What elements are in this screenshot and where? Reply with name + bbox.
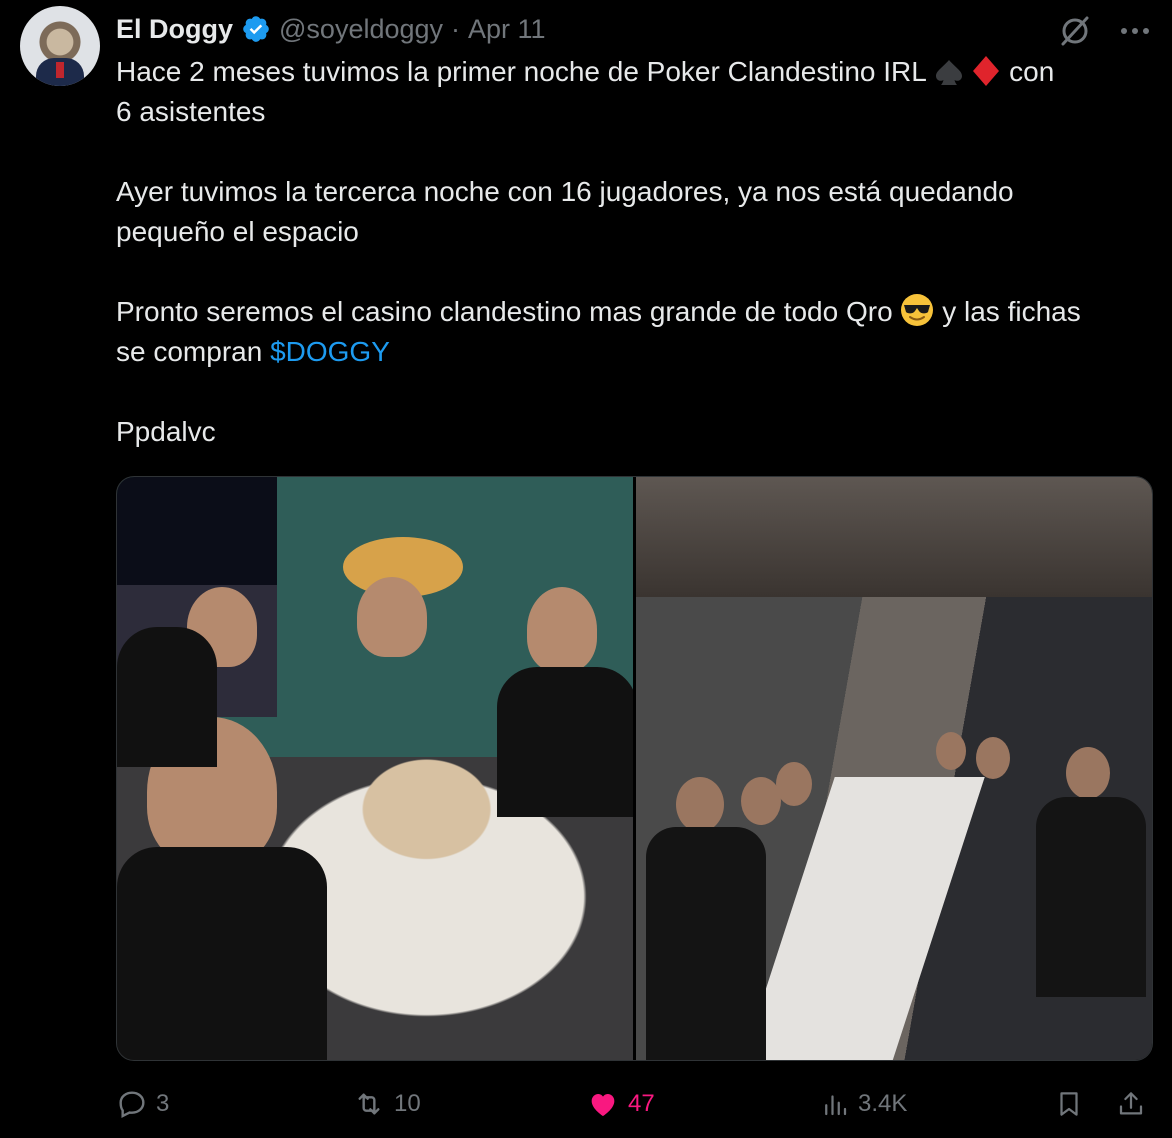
verified-badge-icon[interactable] (241, 14, 271, 44)
tweet: El Doggy @soyeldoggy · Apr 11 Hace 2 mes… (0, 0, 1172, 1138)
tweet-paragraph-4: Ppdalvc (116, 416, 216, 447)
tweet-text: Hace 2 meses tuvimos la primer noche de … (116, 52, 1156, 452)
person-face (776, 762, 812, 806)
person-face (357, 577, 427, 657)
reply-button[interactable]: 3 (116, 1088, 169, 1120)
handle[interactable]: @soyeldoggy (279, 14, 443, 45)
cool-face-emoji (901, 294, 934, 326)
photo-poker-table-selfie[interactable] (117, 477, 633, 1060)
grok-icon[interactable] (1058, 14, 1092, 48)
header-actions (1058, 14, 1150, 48)
person-face (676, 777, 724, 832)
display-name[interactable]: El Doggy (116, 14, 233, 45)
bookmark-button[interactable] (1054, 1088, 1084, 1120)
diamond-emoji (973, 56, 1000, 86)
separator: · (451, 13, 461, 44)
long-table (737, 777, 985, 1060)
tweet-paragraph-3: Pronto seremos el casino clandestino mas… (116, 296, 893, 327)
person-face (976, 737, 1010, 779)
like-button[interactable]: 47 (586, 1088, 655, 1120)
repost-button[interactable]: 10 (352, 1088, 421, 1120)
spade-emoji (935, 60, 962, 85)
person-shirt (646, 827, 766, 1060)
more-icon[interactable] (1120, 27, 1150, 35)
person-shirt (1036, 797, 1146, 997)
person-shirt (117, 627, 217, 767)
person-face (1066, 747, 1110, 799)
repost-count: 10 (394, 1090, 421, 1117)
avatar[interactable] (20, 6, 100, 86)
ceiling (636, 477, 1152, 597)
person-face (527, 587, 597, 672)
views-count: 3.4K (858, 1090, 908, 1117)
person-face (741, 777, 781, 825)
views-icon (825, 1095, 847, 1116)
media-grid (116, 476, 1153, 1061)
tweet-line-1: Hace 2 meses tuvimos la primer noche de … (116, 56, 926, 87)
bookmark-icon (1060, 1092, 1078, 1116)
share-button[interactable] (1116, 1088, 1146, 1120)
person-shirt (497, 667, 633, 817)
avatar-tie (56, 62, 64, 78)
repost-icon (358, 1093, 380, 1115)
tweet-paragraph-2: Ayer tuvimos la tercerca noche con 16 ju… (116, 176, 1014, 247)
reply-count: 3 (156, 1090, 170, 1117)
share-icon (1119, 1092, 1143, 1115)
person-face (936, 732, 966, 770)
tweet-header: El Doggy @soyeldoggy · Apr 11 (116, 12, 546, 46)
tweet-line-1-end: con (1009, 56, 1055, 87)
like-count: 47 (628, 1090, 655, 1117)
tweet-line-2: 6 asistentes (116, 96, 266, 127)
views-button[interactable]: 3.4K (820, 1088, 907, 1120)
person-shirt (117, 847, 327, 1060)
photo-group-room[interactable] (636, 477, 1152, 1060)
reply-icon (119, 1091, 145, 1118)
tweet-date[interactable]: Apr 11 (468, 14, 546, 45)
heart-icon (591, 1094, 615, 1116)
cashtag-link[interactable]: $DOGGY (270, 336, 390, 367)
action-bar: 3 10 47 3.4K (116, 1084, 1156, 1124)
